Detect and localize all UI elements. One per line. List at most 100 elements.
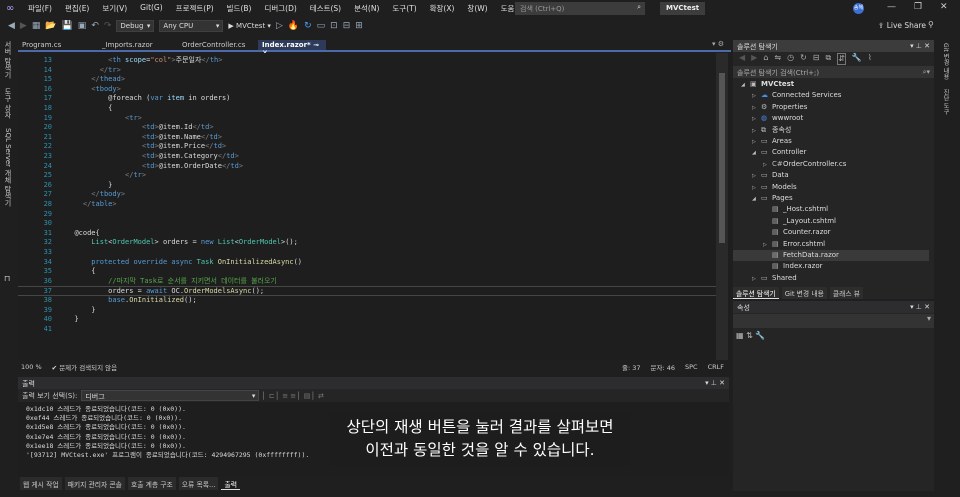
tree-node[interactable]: ▤ _Host.cshtml [733,204,929,215]
menu-item[interactable]: 테스트(S) [310,3,341,14]
sql-server-explorer-tab[interactable]: SQL Server 개체 탐색기 [3,128,13,206]
code-line[interactable]: 28 </table> [18,200,718,210]
code-line[interactable]: 36 //마지막 Task로 순서를 지키면서 데이터를 불러오기 [18,277,718,287]
editor-tab[interactable]: Program.cs [18,40,98,50]
server-explorer-tab[interactable]: 서버 탐색기 [3,41,13,78]
bottom-tab[interactable]: 패키지 관리자 콘솔 [64,477,125,490]
code-line[interactable]: 39 } [18,306,718,316]
hot-reload-icon[interactable]: 🔥 [288,21,299,31]
code-line[interactable]: 25 </tr> [18,171,718,181]
toolbox-tab[interactable]: 도구 상자 [3,88,13,118]
editor-tab[interactable]: _Imports.razor [98,40,178,50]
bottom-tab[interactable]: 호출 계층 구조 [127,477,176,490]
menu-item[interactable]: 프로젝트(P) [176,3,214,14]
menu-item[interactable]: 확장(X) [430,3,455,14]
tree-node[interactable]: ▷ ▭ Areas [733,136,929,147]
redo-icon[interactable]: ↷ [104,21,112,31]
switch-views-icon[interactable]: ⇋ [774,53,781,65]
menu-item[interactable]: 빌드(B) [227,3,252,14]
solution-search-input[interactable]: 솔루션 탐색기 검색(Ctrl+;) ⌕▾ [733,66,934,78]
code-line[interactable]: 37 orders = await OC.OrderModelsAsync(); [18,286,718,296]
code-line[interactable]: 34 protected override async Task OnIniti… [18,258,718,268]
code-line[interactable]: 22 <td>@item.Price</td> [18,142,718,152]
tree-node[interactable]: ◢ ▭ Controller [733,147,929,158]
code-line[interactable]: 23 <td>@item.Category</td> [18,152,718,162]
diagnostic-tools-tab[interactable]: 진단 도구 [941,89,950,115]
solution-panel-tab[interactable]: 솔루션 탐색기 [733,287,779,299]
code-line[interactable]: 19 <tr> [18,114,718,124]
panel-controls-icon[interactable]: ▾ ⊥ ✕ [910,303,930,311]
bookmark-next-icon[interactable]: ⊞ [355,21,363,31]
code-line[interactable]: 14 </tr> [18,66,718,76]
tree-node[interactable]: ▷ ▤ Error.cshtml [733,239,929,250]
close-icon[interactable]: ✕ [940,2,948,12]
menu-item[interactable]: Git(G) [140,3,163,14]
live-share-button[interactable]: ⇪ Live Share [878,21,926,30]
tree-node[interactable]: ▷ ◍ wwwroot [733,113,929,124]
tree-node[interactable]: ▷ ▭ Models [733,182,929,193]
code-line[interactable]: 38 base.OnInitialized(); [18,296,718,306]
line-ending[interactable]: CRLF [708,363,724,371]
menu-item[interactable]: 분석(N) [354,3,379,14]
code-line[interactable]: 16 <tbody> [18,85,718,95]
tree-node[interactable]: ▷ ⧉ 종속성 [733,125,929,136]
save-all-icon[interactable]: ▣ [78,21,87,31]
editor-tab[interactable]: OrderController.cs [178,40,258,50]
editor-scrollbar[interactable] [716,53,728,360]
bookmark-prev-icon[interactable]: ⊟ [343,21,351,31]
code-line[interactable]: 20 <td>@item.Id</td> [18,123,718,133]
tree-node[interactable]: ▤ Index.razor [733,261,929,272]
new-item-icon[interactable]: ▦ [32,21,41,31]
code-line[interactable]: 21 <td>@item.Name</td> [18,133,718,143]
code-line[interactable]: 31 @code{ [18,229,718,239]
minimize-icon[interactable]: — [887,2,896,12]
code-line[interactable]: 13 <th scope="col">주문일자</th> [18,56,718,66]
git-changes-tab[interactable]: Git 변경 내용 [941,43,950,79]
tab-overflow-icon[interactable]: ▾ ⚙ [712,40,724,48]
platform-select[interactable]: Any CPU ▾ [159,20,224,32]
menu-item[interactable]: 보기(V) [102,3,127,14]
tree-node[interactable]: ▷ C#OrderController.cs [733,159,929,170]
editor-tab[interactable]: Index.razor* ⊸ ✕ [258,40,326,57]
issues-status[interactable]: ✔ 문제가 검색되지 않음 [52,362,117,372]
bottom-tab[interactable]: 웹 게시 작업 [20,477,62,490]
property-pages-icon[interactable]: 🔧 [755,331,765,340]
tree-node[interactable]: ▷ ⚙ Properties [733,102,929,113]
tree-node[interactable]: ▤ _Layout.cshtml [733,216,929,227]
menu-item[interactable]: 디버그(D) [264,3,296,14]
configuration-select[interactable]: Debug ▾ [116,20,155,32]
expand-arrow-icon[interactable]: ▷ [752,274,761,283]
bookmark-icon[interactable]: ⊡ [330,21,338,31]
tree-node[interactable]: ▤ Counter.razor [733,227,929,238]
bottom-tab[interactable]: 오류 목록... [178,477,219,490]
alphabetical-icon[interactable]: ⇅ [746,331,753,340]
pending-changes-icon[interactable]: ◷ [787,53,794,65]
tree-node[interactable]: ▷ ▭ Shared [733,273,929,283]
collapse-all-icon[interactable]: ⊟ [813,53,820,65]
menu-item[interactable]: 파일(F) [28,3,52,14]
code-line[interactable]: 29 [18,210,718,220]
undo-icon[interactable]: ↶ [91,21,99,31]
categorized-icon[interactable]: ▦ [736,331,744,340]
code-line[interactable]: 15 </thead> [18,75,718,85]
save-icon[interactable]: 💾 [62,21,73,31]
search-input[interactable]: 검색 (Ctrl+Q) ⌕ [515,2,645,15]
sync-with-document-icon[interactable]: ⇵ [837,53,846,65]
scroll-thumb[interactable] [719,73,725,243]
preview-icon[interactable]: ⌇ [868,53,872,65]
code-line[interactable]: 17 @foreach (var item in orders) [18,94,718,104]
browser-link-icon[interactable]: ▭ [317,21,326,31]
code-line[interactable]: 24 <td>@item.OrderDate</td> [18,162,718,172]
menu-item[interactable]: 편집(E) [65,3,89,14]
forward-icon[interactable]: ▶ [751,53,757,65]
start-without-debug-icon[interactable]: ▷ [276,21,283,31]
code-line[interactable]: 18 { [18,104,718,114]
properties-icon[interactable]: 🔧 [852,53,862,65]
code-line[interactable]: 40 } [18,315,718,325]
forward-icon[interactable]: ▶ [20,21,27,31]
menu-item[interactable]: 창(W) [467,3,487,14]
solution-panel-tab[interactable]: Git 변경 내용 [781,287,827,299]
output-source-select[interactable]: 디버그 ▾ [81,390,260,401]
tree-node[interactable]: ▤ FetchData.razor [733,250,929,262]
panel-controls-icon[interactable]: ▾ ⊥ ✕ [705,379,725,387]
